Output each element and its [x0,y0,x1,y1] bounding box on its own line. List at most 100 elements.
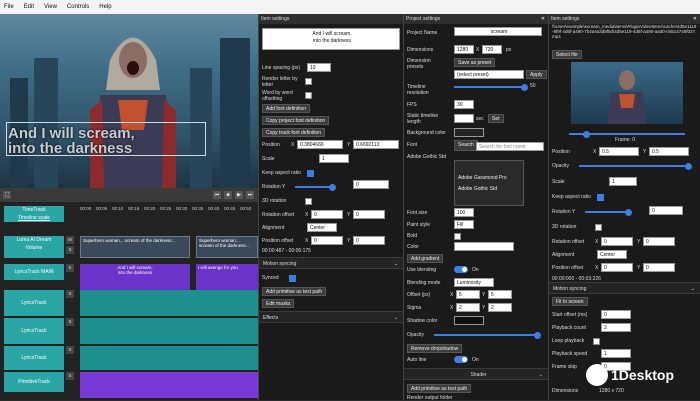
select-file-button[interactable]: Select file [552,50,582,59]
render-letter-checkbox[interactable] [305,78,312,85]
sigma-x-input[interactable]: 2 [456,303,480,312]
blending-toggle[interactable] [454,266,468,273]
timeline-resolution-slider[interactable] [454,86,524,88]
scale-input[interactable]: 1 [609,177,637,186]
position-offset-x[interactable]: 0 [601,263,633,272]
close-icon[interactable]: ✕ [693,14,697,24]
fps-input[interactable]: 30 [454,100,474,109]
primitive-clip[interactable] [80,372,258,398]
background-color-swatch[interactable] [454,128,484,137]
solo-button[interactable]: S [66,346,74,354]
rotation-offset-x[interactable]: 0 [311,210,343,219]
track-header[interactable]: LyricsTrack [4,318,64,344]
video-clip[interactable]: Superhero woman... scream of the darknes… [80,236,190,258]
stop-icon[interactable]: ■ [224,191,232,199]
track-header[interactable]: Luma AI Dream Volume [4,236,64,258]
solo-button[interactable]: S [66,290,74,298]
font-option[interactable]: Adobe Garamond Pro [455,173,523,184]
track-header[interactable]: PrimitiveTrack [4,372,64,392]
paint-style-select[interactable]: Fill [454,220,474,229]
track-lane[interactable] [80,346,258,370]
static-length-input[interactable] [454,114,474,123]
slider-knob[interactable] [534,331,541,339]
position-x-input[interactable]: 0.5 [599,147,639,156]
blend-mode-select[interactable]: Luminosity [454,278,494,287]
menu-edit[interactable]: Edit [24,4,34,10]
alignment-select[interactable]: Center [597,250,627,259]
font-size-input[interactable]: 100 [454,208,474,217]
project-name-input[interactable]: scream [454,27,542,36]
text-input[interactable]: And I will scream, into the darkness [262,28,400,50]
font-option[interactable]: Adobe Gothic Std [455,184,523,195]
close-icon[interactable]: ✕ [541,14,545,24]
font-dropdown[interactable]: Adobe Garamond Pro Adobe Gothic Std [454,160,524,206]
rotation-offset-y[interactable]: 0 [353,210,385,219]
rotation-y-input[interactable]: 0 [353,180,389,189]
word-offset-checkbox[interactable] [305,92,312,99]
rotation-offset-y[interactable]: 0 [643,237,675,246]
offset-y-input[interactable]: 5 [488,290,512,299]
track-header[interactable]: TimeTrack Timeline scale [4,206,64,222]
remove-dropshadow-button[interactable]: Remove dropshadow [407,344,463,353]
position-offset-x[interactable]: 0 [311,236,343,245]
menu-view[interactable]: View [44,4,57,10]
shader-section[interactable]: Shader ⌄ [404,368,549,380]
position-y-input[interactable]: 0.5 [649,147,689,156]
add-gradient-button[interactable]: Add gradient [407,254,444,263]
color-swatch[interactable] [454,242,514,251]
opacity-slider[interactable] [434,334,540,336]
line-spacing-input[interactable]: 10 [307,63,331,72]
menu-file[interactable]: File [4,4,14,10]
keep-aspect-checkbox[interactable] [307,170,314,177]
play-icon[interactable]: ▶ [235,191,243,199]
loop-playback-checkbox[interactable] [593,338,600,345]
font-search-button[interactable]: Search [454,140,478,151]
save-preset-button[interactable]: Save as preset [454,58,496,67]
playback-count-input[interactable]: 2 [601,323,631,332]
position-x-input[interactable]: 0.3804666 [297,140,343,149]
rotation-y-slider[interactable] [585,211,629,213]
bold-checkbox[interactable] [454,233,461,240]
fit-to-screen-button[interactable]: Fit to screen [552,297,588,306]
shadow-color-swatch[interactable] [454,316,484,325]
motion-syncing-section[interactable]: Motion syncing ⌄ [549,282,700,294]
font-search-input[interactable]: Search for font name [476,142,544,151]
video-clip[interactable]: Superhero woman... scream of the darknes… [196,236,258,258]
add-primitive-button[interactable]: Add primitive as text path [262,287,327,296]
add-font-definition-button[interactable]: Add font definition [262,104,311,113]
rotation-3d-checkbox[interactable] [595,224,602,231]
scale-input[interactable]: 1 [319,154,349,163]
rotation-3d-checkbox[interactable] [305,198,312,205]
width-input[interactable]: 1280 [454,45,474,54]
lyric-clip[interactable]: I will avenge for you [196,264,258,290]
motion-syncing-section[interactable]: Motion syncing ⌄ [259,257,404,269]
slider-knob[interactable] [625,208,632,216]
forward-icon[interactable]: ⏭ [246,191,254,199]
solo-button[interactable]: S [66,318,74,326]
solo-button[interactable]: S [66,246,74,254]
mute-button[interactable]: M [66,236,74,244]
video-preview[interactable]: And I will scream, into the darkness [0,14,258,188]
slider-knob[interactable] [583,130,590,138]
solo-button[interactable]: S [66,372,74,380]
alignment-select[interactable]: Center [307,223,337,232]
set-button[interactable]: Set [488,114,504,123]
track-lane[interactable] [80,290,258,316]
track-header[interactable]: LyricsTrack [4,346,64,370]
lyric-clip[interactable]: And I will scream, into the darkness [80,264,190,290]
selection-box[interactable] [6,122,206,156]
position-offset-y[interactable]: 0 [353,236,385,245]
track-lane[interactable] [80,318,258,344]
expand-icon[interactable]: ⛶ [3,191,11,199]
track-header[interactable]: LyricsTrack [4,290,64,316]
rotation-offset-x[interactable]: 0 [601,237,633,246]
height-input[interactable]: 720 [482,45,502,54]
position-offset-y[interactable]: 0 [643,263,675,272]
menu-controls[interactable]: Controls [67,4,89,10]
track-header[interactable]: LyricsTrack MAIN [4,264,64,280]
offset-x-input[interactable]: 5 [456,290,480,299]
rotation-y-slider[interactable] [295,186,333,188]
opacity-slider[interactable] [579,165,691,167]
preset-select[interactable]: (select preset) [454,70,524,79]
rotation-y-knob[interactable] [329,183,336,191]
